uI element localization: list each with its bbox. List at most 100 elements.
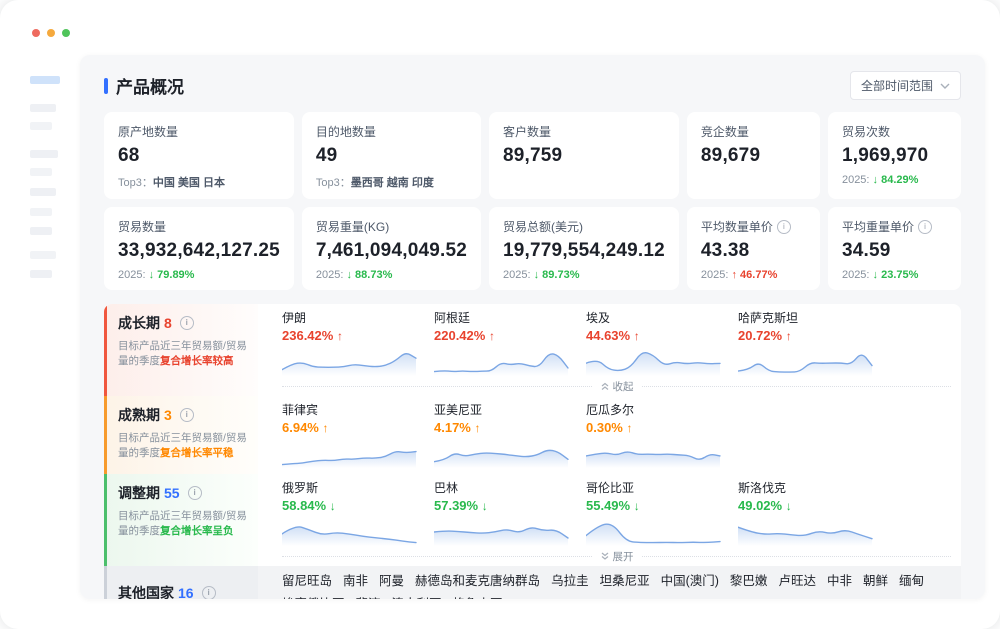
collapse-link[interactable]: 收起 <box>600 379 634 394</box>
country-card[interactable]: 阿根廷220.42% ↑ <box>434 310 586 376</box>
country-grid: 菲律宾6.94% ↑亚美尼亚4.17% ↑厄瓜多尔0.30% ↑ <box>282 402 957 468</box>
section-count: 8 <box>164 315 172 331</box>
other-country[interactable]: 澳大利亚 <box>392 593 442 599</box>
sidebar-skeleton-item[interactable] <box>30 122 52 130</box>
stat-label: 目的地数量 <box>316 123 467 140</box>
stat-yoy: 2025: ↓ 88.73% <box>316 269 467 281</box>
trend-sparkline <box>282 346 434 376</box>
window-minimize-button[interactable] <box>47 29 55 37</box>
country-card[interactable]: 亚美尼亚4.17% ↑ <box>434 402 586 468</box>
other-country[interactable]: 赫德岛和麦克唐纳群岛 <box>415 570 540 589</box>
country-card[interactable]: 哥伦比亚55.49% ↓ <box>586 480 738 546</box>
section-title: 调整期 55i <box>118 483 248 503</box>
country-growth-pct: 57.39% ↓ <box>434 497 586 515</box>
trend-sparkline <box>434 346 586 376</box>
panel-header: 产品概况 全部时间范围 <box>104 71 961 100</box>
section-title: 其他国家16i <box>118 583 216 600</box>
country-card[interactable]: 厄瓜多尔0.30% ↑ <box>586 402 738 468</box>
other-country[interactable]: 卢旺达 <box>778 570 816 589</box>
sidebar-skeleton-item[interactable] <box>30 251 56 259</box>
dotted-line <box>282 386 592 387</box>
stat-yoy: 2025: ↓ 84.29% <box>842 174 947 186</box>
other-country[interactable]: 斐济 <box>356 593 381 599</box>
section-count: 16 <box>178 585 194 600</box>
trend-sparkline <box>586 438 738 468</box>
info-icon[interactable]: i <box>188 486 202 500</box>
stat-card-5: 贸易次数1,969,9702025: ↓ 84.29% <box>828 112 961 199</box>
section-divider: 收起 <box>282 378 951 394</box>
trend-sparkline <box>434 438 586 468</box>
page-title: 产品概况 <box>116 73 184 98</box>
section-label: 其他国家16i <box>104 566 258 599</box>
country-card[interactable]: 俄罗斯58.84% ↓ <box>282 480 434 546</box>
trend-sparkline <box>738 516 890 546</box>
sidebar-skeleton-item[interactable] <box>30 104 56 112</box>
other-country[interactable]: 中国(澳门) <box>661 570 719 589</box>
country-card[interactable]: 埃及44.63% ↑ <box>586 310 738 376</box>
stat-card-2: 目的地数量49Top3：墨西哥 越南 印度 <box>302 112 481 199</box>
sidebar-skeleton-item[interactable] <box>30 188 56 196</box>
stat-yoy: 2025: ↓ 79.89% <box>118 269 280 281</box>
stat-label: 贸易总额(美元) <box>503 218 665 235</box>
country-name: 哈萨克斯坦 <box>738 310 890 326</box>
info-icon[interactable]: i <box>180 408 194 422</box>
info-icon[interactable]: i <box>202 586 216 600</box>
country-growth-pct: 6.94% ↑ <box>282 419 434 437</box>
stat-value: 33,932,642,127.25 <box>118 240 280 262</box>
chevrons-up-icon <box>600 381 610 391</box>
window-close-button[interactable] <box>32 29 40 37</box>
other-country[interactable]: 中非 <box>827 570 852 589</box>
other-country[interactable]: 埃塞俄比亚 <box>282 593 345 599</box>
stat-card-10: 平均重量单价i34.592025: ↓ 23.75% <box>828 207 961 290</box>
other-country[interactable]: 南非 <box>343 570 368 589</box>
other-country[interactable]: 朝鲜 <box>863 570 888 589</box>
country-card[interactable]: 斯洛伐克49.02% ↓ <box>738 480 890 546</box>
other-country[interactable]: 坦桑尼亚 <box>600 570 650 589</box>
sidebar-skeleton-item[interactable] <box>30 150 58 158</box>
other-country[interactable]: 乌拉圭 <box>551 570 589 589</box>
country-card[interactable]: 菲律宾6.94% ↑ <box>282 402 434 468</box>
stat-yoy: 2025: ↓ 23.75% <box>842 269 947 281</box>
sidebar-skeleton-item[interactable] <box>30 76 60 84</box>
dotted-line <box>642 386 952 387</box>
trend-sparkline <box>282 516 434 546</box>
stat-yoy: 2025: ↓ 89.73% <box>503 269 665 281</box>
sidebar-skeleton-item[interactable] <box>30 270 52 278</box>
section-label: 调整期 55i目标产品近三年贸易额/贸易量的季度复合增长率呈负 <box>104 474 258 566</box>
sidebar-skeleton-item[interactable] <box>30 168 52 176</box>
other-country[interactable]: 留尼旺岛 <box>282 570 332 589</box>
stat-top3: Top3：墨西哥 越南 印度 <box>316 174 467 190</box>
country-name: 斯洛伐克 <box>738 480 890 496</box>
country-card[interactable]: 哈萨克斯坦20.72% ↑ <box>738 310 890 376</box>
section-title: 成长期 8i <box>118 313 248 333</box>
main-panel: 产品概况 全部时间范围 原产地数量68Top3：中国 美国 日本目的地数量49T… <box>80 55 985 599</box>
expand-link[interactable]: 展开 <box>600 549 634 564</box>
stat-card-9: 平均数量单价i43.382025: ↑ 46.77% <box>687 207 820 290</box>
info-icon[interactable]: i <box>918 220 932 234</box>
country-growth-pct: 20.72% ↑ <box>738 327 890 345</box>
window-controls <box>32 29 70 37</box>
sidebar-skeleton-item[interactable] <box>30 208 52 216</box>
time-range-select[interactable]: 全部时间范围 <box>850 71 961 100</box>
country-card[interactable]: 伊朗236.42% ↑ <box>282 310 434 376</box>
country-card[interactable]: 巴林57.39% ↓ <box>434 480 586 546</box>
stat-value: 68 <box>118 145 280 167</box>
title-accent-bar <box>104 78 108 94</box>
stat-yoy: 2025: ↑ 46.77% <box>701 269 806 281</box>
section-adjust: 调整期 55i目标产品近三年贸易额/贸易量的季度复合增长率呈负俄罗斯58.84%… <box>104 474 961 566</box>
country-name: 埃及 <box>586 310 738 326</box>
country-name: 巴林 <box>434 480 586 496</box>
info-icon[interactable]: i <box>777 220 791 234</box>
other-country[interactable]: 阿曼 <box>379 570 404 589</box>
trend-sparkline <box>282 438 434 468</box>
sidebar-skeleton-item[interactable] <box>30 227 52 235</box>
other-country[interactable]: 格鲁吉亚 <box>453 593 503 599</box>
other-country[interactable]: 缅甸 <box>899 570 924 589</box>
info-icon[interactable]: i <box>180 316 194 330</box>
dotted-line <box>282 556 592 557</box>
window-zoom-button[interactable] <box>62 29 70 37</box>
country-growth-pct: 55.49% ↓ <box>586 497 738 515</box>
stat-value: 1,969,970 <box>842 145 947 167</box>
other-country[interactable]: 黎巴嫩 <box>730 570 768 589</box>
stat-label: 贸易数量 <box>118 218 280 235</box>
